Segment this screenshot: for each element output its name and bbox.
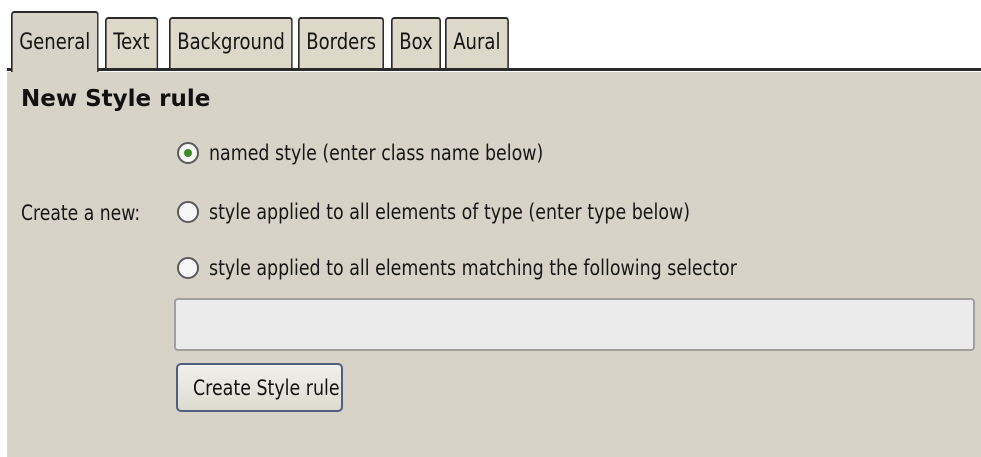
radio-button-named-style[interactable] bbox=[177, 142, 199, 164]
page-title: New Style rule bbox=[21, 86, 211, 112]
radio-named-style[interactable]: named style (enter class name below) bbox=[177, 137, 612, 169]
tab-general[interactable]: General bbox=[11, 11, 99, 72]
style-rule-panel: General Text Background Borders Box Aura… bbox=[0, 0, 981, 457]
radio-selector[interactable]: style applied to all elements matching t… bbox=[177, 252, 845, 284]
create-style-rule-button[interactable]: Create Style rule bbox=[176, 363, 343, 412]
radio-selected-dot bbox=[184, 149, 192, 157]
tab-borders[interactable]: Borders bbox=[298, 17, 385, 68]
radio-label-named-style: named style (enter class name below) bbox=[209, 141, 544, 165]
tab-text[interactable]: Text bbox=[105, 17, 158, 68]
create-style-rule-button-label: Create Style rule bbox=[193, 375, 340, 400]
radio-button-element-type[interactable] bbox=[177, 201, 199, 223]
radio-button-selector[interactable] bbox=[177, 257, 199, 279]
radio-label-selector: style applied to all elements matching t… bbox=[209, 256, 737, 280]
radio-element-type[interactable]: style applied to all elements of type (e… bbox=[177, 196, 789, 228]
left-border bbox=[0, 0, 7, 457]
tab-background[interactable]: Background bbox=[169, 17, 294, 68]
radio-label-element-type: style applied to all elements of type (e… bbox=[209, 200, 691, 224]
tab-box[interactable]: Box bbox=[391, 17, 441, 68]
tab-divider-line bbox=[7, 68, 981, 71]
create-new-label: Create a new: bbox=[21, 201, 141, 225]
selector-input[interactable] bbox=[174, 298, 975, 351]
tab-aural[interactable]: Aural bbox=[445, 17, 509, 68]
